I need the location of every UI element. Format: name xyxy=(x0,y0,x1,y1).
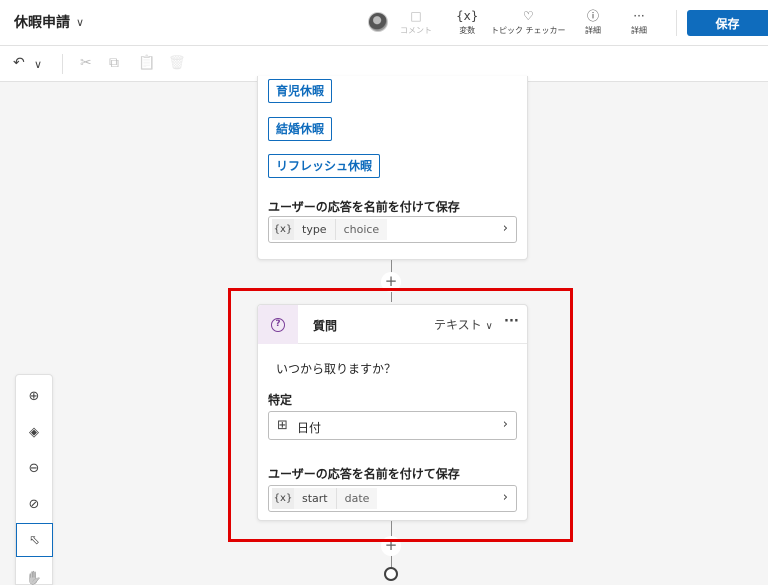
delete-icon[interactable]: 🗑 xyxy=(168,55,186,71)
choice-option-marriage[interactable]: 結婚休暇 xyxy=(268,117,333,141)
topic-title: 休暇申請 xyxy=(14,15,70,31)
chevron-down-icon: ∨ xyxy=(76,15,85,29)
avatar[interactable] xyxy=(368,12,388,32)
variable-icon: {x} xyxy=(272,219,294,240)
node-title: 質問 xyxy=(313,319,338,333)
authoring-canvas[interactable]: 育児休暇 結婚休暇 リフレッシュ休暇 ユーザーの応答を名前を付けて保存 {x} … xyxy=(0,76,768,585)
add-node-button[interactable]: + xyxy=(381,536,401,556)
minimap-icon[interactable]: ⊘ xyxy=(16,487,52,521)
question-node-header: ? 質問 テキスト ∨ ··· xyxy=(258,305,527,344)
top-header: 休暇申請 ∨ □ コメント {x} 変数 ♡ トピック チェッカー ⓘ 詳細 ·… xyxy=(0,0,768,46)
cut-icon[interactable]: ✂ xyxy=(80,55,92,71)
canvas-controls: ⊕ ◈ ⊖ ⊘ ⬁ ✋ xyxy=(15,374,53,585)
identify-label: 特定 xyxy=(268,393,293,407)
choice-option-childcare[interactable]: 育児休暇 xyxy=(268,79,333,103)
response-type-dropdown[interactable]: テキスト ∨ xyxy=(434,316,493,333)
save-response-label: ユーザーの応答を名前を付けて保存 xyxy=(268,467,460,481)
save-button[interactable]: 保存 xyxy=(687,10,768,36)
topic-title-dropdown[interactable]: 休暇申請 ∨ xyxy=(14,12,84,32)
variables-button[interactable]: {x} 変数 xyxy=(456,8,478,36)
info-icon: ⓘ xyxy=(586,9,599,23)
variable-type: choice xyxy=(335,219,388,240)
undo-icon[interactable]: ↶ xyxy=(13,55,25,71)
chevron-down-icon[interactable]: ∨ xyxy=(34,58,42,71)
choice-option-refresh[interactable]: リフレッシュ休暇 xyxy=(268,154,381,178)
select-mode-icon[interactable]: ⬁ xyxy=(16,523,53,557)
copy-icon[interactable]: ⧉ xyxy=(109,55,119,71)
end-node-circle xyxy=(384,567,398,581)
pan-mode-icon[interactable]: ✋ xyxy=(16,561,52,585)
divider xyxy=(62,54,63,74)
variable-picker[interactable]: {x} type choice › xyxy=(268,216,517,243)
entity-value: 日付 xyxy=(297,421,322,435)
more-options-icon[interactable]: ··· xyxy=(504,314,519,329)
details-button[interactable]: ⓘ 詳細 xyxy=(585,8,601,36)
comment-button[interactable]: □ コメント xyxy=(400,8,432,36)
choice-question-node[interactable]: 育児休暇 結婚休暇 リフレッシュ休暇 ユーザーの応答を名前を付けて保存 {x} … xyxy=(257,76,528,260)
question-node[interactable]: ? 質問 テキスト ∨ ··· いつから取りますか？ 特定 ⊞ 日付 › ユーザ… xyxy=(257,304,528,521)
zoom-in-icon[interactable]: ⊕ xyxy=(16,379,52,413)
topic-checker-button[interactable]: ♡ トピック チェッカー xyxy=(491,8,566,36)
add-node-button[interactable]: + xyxy=(381,272,401,292)
zoom-out-icon[interactable]: ⊖ xyxy=(16,451,52,485)
more-icon: ··· xyxy=(633,9,645,23)
entity-grid-icon: ⊞ xyxy=(277,418,288,433)
variable-icon: {x} xyxy=(456,9,479,23)
fit-to-screen-icon[interactable]: ◈ xyxy=(16,415,52,449)
entity-picker[interactable]: ⊞ 日付 › xyxy=(268,411,517,440)
variable-name: start xyxy=(294,488,337,509)
save-response-label: ユーザーの応答を名前を付けて保存 xyxy=(268,200,460,214)
variable-icon: {x} xyxy=(272,488,294,509)
comment-icon: □ xyxy=(410,9,422,23)
variable-type: date xyxy=(336,488,378,509)
variable-picker[interactable]: {x} start date › xyxy=(268,485,517,512)
question-icon-box: ? xyxy=(258,305,298,344)
chevron-right-icon: › xyxy=(502,221,508,236)
chevron-down-icon: ∨ xyxy=(485,321,493,332)
question-text[interactable]: いつから取りますか？ xyxy=(276,360,396,377)
chevron-right-icon: › xyxy=(502,417,508,432)
question-icon: ? xyxy=(271,317,285,332)
divider xyxy=(676,10,677,36)
stethoscope-icon: ♡ xyxy=(522,9,534,23)
chevron-right-icon: › xyxy=(502,490,508,505)
variable-name: type xyxy=(294,219,336,240)
more-details-button[interactable]: ··· 詳細 xyxy=(631,8,647,36)
paste-icon[interactable]: 📋 xyxy=(138,55,155,71)
